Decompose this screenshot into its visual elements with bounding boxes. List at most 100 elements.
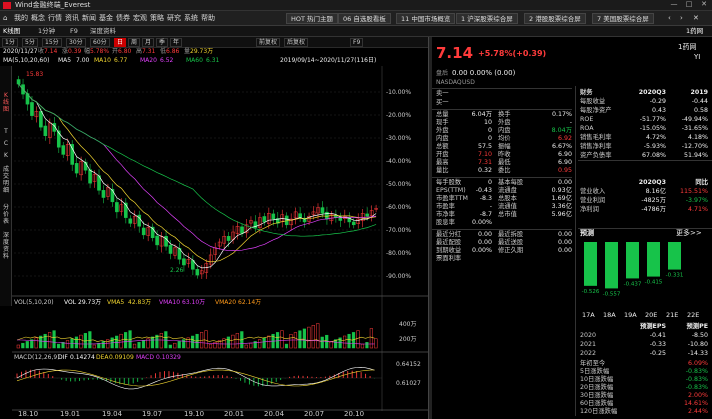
stat-value: 0.00% [471, 247, 492, 254]
nav-prev-icon[interactable]: ‹ [668, 15, 671, 22]
kline-chart[interactable]: -10.00% -20.00% -30.00% -40.00% -50.00% -60.0… [12, 66, 428, 411]
vol-axis-top: 400万 [399, 321, 416, 328]
more-link[interactable]: 更多>> [676, 230, 702, 237]
header-col-1: 预测EPS [639, 323, 666, 330]
stat-value-2: 3.36亿 [551, 203, 572, 210]
side-tab-trades[interactable]: 成交明细 [2, 166, 10, 194]
row-col-1: -51.77% [639, 116, 666, 123]
menu-item-strategy[interactable]: 策略 [150, 15, 164, 22]
return-label: 5日涨跌幅 [580, 368, 610, 375]
maximize-button[interactable]: □ [683, 1, 695, 10]
row-label: ROE [580, 116, 594, 123]
stat-value: 10 [483, 119, 492, 126]
menu-home-icon[interactable]: ⌂ [3, 15, 7, 22]
row-col-1: -15.05% [639, 125, 666, 132]
return-label: 年初至今 [580, 360, 606, 367]
volume-bar [280, 330, 284, 349]
stat-label-2: 均价 [498, 135, 511, 142]
row-label: 2021 [580, 341, 597, 348]
menu-item-help[interactable]: 帮助 [201, 15, 215, 22]
tab-deep-data[interactable]: 深度资料 [90, 28, 116, 35]
macd-panel-label: MACD(12,26,9) [14, 354, 60, 361]
return-label: 10日涨跌幅 [580, 376, 614, 383]
stat-value-2: 0.95 [557, 167, 572, 174]
row-col-1: 67.08% [641, 152, 666, 159]
candle-body [101, 190, 106, 198]
row-label: 营业收入 [580, 188, 606, 195]
menu-tab-watchlist[interactable]: 06 自选股看板 [338, 13, 391, 24]
return-label: 20日涨跌幅 [580, 384, 614, 391]
eps-bar-value: -0.557 [603, 291, 621, 297]
menu-tab-china-market[interactable]: 11 中国市场概览 [396, 13, 456, 24]
stat-label: 总量 [436, 111, 449, 118]
menu-item-market[interactable]: 行情 [48, 15, 62, 22]
menu-item-fund[interactable]: 基金 [99, 15, 113, 22]
ma-line [18, 83, 377, 269]
side-tabs: K线图 T C K 成交明细 分价表 深度资料 [0, 66, 12, 306]
stat-label-2: 振幅 [498, 143, 511, 150]
row-col-1: 0.43 [651, 107, 666, 114]
period-15min[interactable]: 15分 [42, 38, 62, 47]
eps-year-label: 18A [603, 311, 616, 319]
candle-body [351, 221, 356, 226]
menu-item-bond[interactable]: 债券 [116, 15, 130, 22]
volume-bar [208, 343, 213, 349]
forward-adjust-button[interactable]: 前复权 [256, 38, 281, 47]
vma5-name: VMA5 [107, 299, 124, 306]
volume-bar [177, 341, 181, 349]
menu-item-news-info[interactable]: 资讯 [65, 15, 79, 22]
menu-tab-usshare[interactable]: 7 美国股票综合屏 [592, 13, 654, 24]
period-5min[interactable]: 5分 [22, 38, 38, 47]
period-30min[interactable]: 30分 [66, 38, 86, 47]
side-tab-c[interactable]: C [2, 140, 10, 147]
menu-item-macro[interactable]: 宏观 [133, 15, 147, 22]
tab-kline[interactable]: K线图 [3, 28, 20, 35]
side-tab-kline[interactable]: K线图 [2, 92, 10, 113]
eps-bar [605, 242, 618, 289]
close-button[interactable]: ✕ [698, 1, 710, 10]
minimize-button[interactable]: — [668, 1, 680, 10]
menu-tab-hot[interactable]: HOT 热门主题 [286, 13, 339, 24]
menu-item-system[interactable]: 系统 [184, 15, 198, 22]
period-60min[interactable]: 60分 [90, 38, 110, 47]
f9-button[interactable]: F9 [350, 38, 364, 47]
table-row: 2022 -0.25 -14.33 [580, 350, 710, 359]
row-col-1: -4786万 [641, 206, 666, 213]
eps-bar-chart: -0.526 -0.557-0.437 -0.415-0.331 [582, 242, 683, 297]
close-tab-icon[interactable]: ✕ [693, 15, 699, 22]
table-row: 每股收益 -0.29 -0.44 [580, 98, 710, 107]
stock-name-tab[interactable]: 1药网 [686, 28, 703, 35]
menu-item-news[interactable]: 新闻 [82, 15, 96, 22]
header-label: 财务 [580, 89, 593, 96]
stat-label: 内盘 [436, 135, 449, 142]
period-day[interactable]: 日 [114, 38, 127, 47]
side-tab-price-table[interactable]: 分价表 [2, 204, 10, 225]
period-quarter[interactable]: 季 [156, 38, 169, 47]
period-month[interactable]: 月 [142, 38, 155, 47]
tab-1min[interactable]: 1分钟 [38, 28, 55, 35]
stat-value-2: 6.67% [551, 143, 572, 150]
menu-tab-hkshare[interactable]: 2 港股股票综合屏 [524, 13, 586, 24]
tab-f9[interactable]: F9 [70, 28, 78, 35]
backward-adjust-button[interactable]: 后复权 [284, 38, 309, 47]
info-pct-value: 5.78% [90, 48, 110, 55]
stat-value-2: 0.93亿 [551, 187, 572, 194]
menu-item-concept[interactable]: 概念 [31, 15, 45, 22]
candle-body [74, 163, 79, 174]
eps-year-label: 17A [582, 311, 595, 319]
nav-next-icon[interactable]: › [680, 15, 683, 22]
menu-item-research[interactable]: 研究 [167, 15, 181, 22]
side-tab-k[interactable]: K [2, 152, 10, 159]
period-year[interactable]: 年 [170, 38, 183, 47]
stat-row: 市净率 -8.7 总市值 5.96亿 [436, 211, 572, 220]
stat-label: 外盘 [436, 127, 449, 134]
menu-item-mine[interactable]: 我的 [14, 15, 28, 22]
period-1min[interactable]: 1分 [2, 38, 18, 47]
side-tab-t[interactable]: T [2, 128, 10, 135]
volume-bar [360, 343, 365, 349]
side-tab-deep-data[interactable]: 深度资料 [2, 232, 10, 260]
table-row: 2020 -0.41 -8.50 [580, 332, 710, 341]
menu-tab-ashare[interactable]: 1 沪深股票综合屏 [456, 13, 518, 24]
volume-bar [244, 344, 248, 349]
period-week[interactable]: 周 [128, 38, 141, 47]
